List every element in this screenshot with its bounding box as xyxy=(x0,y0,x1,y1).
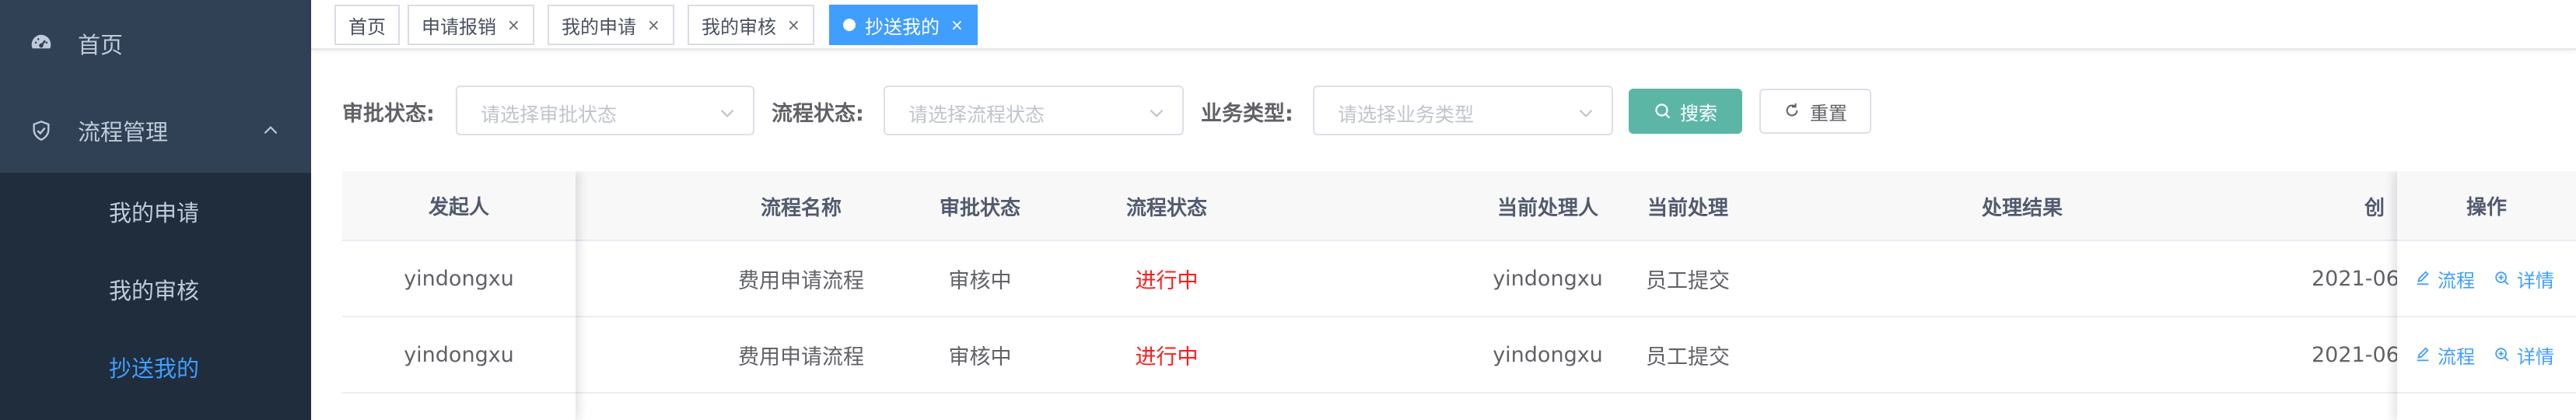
cell-initiator: yindongxu xyxy=(342,317,576,394)
flow-link-label: 流程 xyxy=(2438,345,2475,368)
actions-row: 流程 详情 xyxy=(2397,241,2576,317)
dashboard-icon xyxy=(28,30,54,57)
refresh-icon xyxy=(1783,102,1802,121)
approval-status-select[interactable]: 请选择审批状态 xyxy=(456,86,754,135)
tags-view: 首页 申请报销 × 我的申请 × 我的审核 × 抄送我的 × xyxy=(311,0,2576,50)
flow-table: 流程名称 审批状态 流程状态 当前处理人 当前处理 处理结果 创 费用申请流程 … xyxy=(342,171,2576,420)
zoom-in-icon xyxy=(2494,346,2511,363)
flow-link[interactable]: 流程 xyxy=(2414,317,2475,392)
column-current-step: 当前处理 xyxy=(1647,196,1728,220)
cell-current-step: 员工提交 xyxy=(1646,268,1730,293)
zoom-in-icon xyxy=(2494,270,2511,287)
select-placeholder: 请选择审批状态 xyxy=(481,103,618,126)
sidebar-item-label: 首页 xyxy=(78,32,124,58)
column-approval-status: 审批状态 xyxy=(939,196,1020,220)
sidebar-item-label: 抄送我的 xyxy=(109,355,200,382)
flow-status-label: 流程状态: xyxy=(772,102,864,126)
cell-result xyxy=(1944,241,2100,316)
table-row: 费用申请流程 审核中 进行中 yindongxu 员工提交 2021-06 xyxy=(342,317,2576,394)
cell-initiator: yindongxu xyxy=(342,241,576,317)
fixed-right-column: 操作 流程 详情 流程 详情 xyxy=(2397,171,2576,420)
cell-flow-name: 费用申请流程 xyxy=(738,345,864,369)
tag-cc-to-me[interactable]: 抄送我的 × xyxy=(829,5,978,45)
sidebar-item-label: 流程管理 xyxy=(78,119,169,145)
search-button-label: 搜索 xyxy=(1680,102,1717,124)
cell-approval-status: 审核中 xyxy=(948,268,1012,293)
reset-button[interactable]: 重置 xyxy=(1759,89,1871,134)
close-icon[interactable]: × xyxy=(787,16,800,34)
close-icon[interactable]: × xyxy=(647,16,660,34)
tag-expense-application[interactable]: 申请报销 × xyxy=(408,5,534,45)
close-icon[interactable]: × xyxy=(950,16,964,34)
cell-flow-status: 进行中 xyxy=(1135,345,1199,369)
active-dot-icon xyxy=(843,19,856,31)
cell-current-step: 员工提交 xyxy=(1646,345,1730,369)
tag-label: 申请报销 xyxy=(422,16,496,38)
chevron-down-icon xyxy=(717,103,737,123)
sidebar-item-cc-to-me[interactable]: 抄送我的 xyxy=(0,328,311,406)
chevron-down-icon xyxy=(1146,103,1167,123)
tag-label: 抄送我的 xyxy=(865,16,940,38)
select-placeholder: 请选择业务类型 xyxy=(1338,103,1475,126)
approval-status-label: 审批状态: xyxy=(342,102,435,126)
detail-link-label: 详情 xyxy=(2517,345,2554,368)
chevron-down-icon xyxy=(1576,103,1596,123)
sidebar-item-home[interactable]: 首页 xyxy=(0,14,311,73)
cell-flow-name: 费用申请流程 xyxy=(738,268,864,293)
detail-link-label: 详情 xyxy=(2517,269,2554,292)
reset-button-label: 重置 xyxy=(1810,102,1847,124)
business-type-label: 业务类型: xyxy=(1201,102,1293,126)
search-button[interactable]: 搜索 xyxy=(1629,89,1742,134)
detail-link[interactable]: 详情 xyxy=(2494,317,2554,392)
sidebar-item-label: 我的申请 xyxy=(109,200,200,226)
search-icon xyxy=(1654,102,1672,121)
tag-my-reviews[interactable]: 我的审核 × xyxy=(688,5,814,45)
detail-link[interactable]: 详情 xyxy=(2494,241,2554,316)
column-flow-name: 流程名称 xyxy=(760,196,842,220)
tag-home[interactable]: 首页 xyxy=(334,5,400,45)
column-flow-status: 流程状态 xyxy=(1125,196,1207,220)
table-header: 流程名称 审批状态 流程状态 当前处理人 当前处理 处理结果 创 xyxy=(342,171,2576,241)
flow-status-select[interactable]: 请选择流程状态 xyxy=(884,86,1184,135)
column-actions: 操作 xyxy=(2397,171,2576,241)
tag-label: 我的申请 xyxy=(562,16,636,38)
tag-label: 我的审核 xyxy=(702,16,776,38)
actions-row: 流程 详情 xyxy=(2397,317,2576,394)
chevron-up-icon xyxy=(261,120,284,143)
cell-result xyxy=(1944,317,2100,392)
column-result: 处理结果 xyxy=(1981,196,2063,220)
flow-link[interactable]: 流程 xyxy=(2414,241,2475,316)
tag-label: 首页 xyxy=(348,16,386,38)
fixed-left-column: 发起人 yindongxu yindongxu xyxy=(342,171,576,420)
business-type-select[interactable]: 请选择业务类型 xyxy=(1313,86,1613,135)
cell-flow-status: 进行中 xyxy=(1135,268,1199,293)
select-placeholder: 请选择流程状态 xyxy=(908,103,1045,126)
sidebar-item-my-reviews[interactable]: 我的审核 xyxy=(0,250,311,328)
sidebar: 首页 流程管理 我的申请 我的审核 抄送我的 xyxy=(0,0,311,420)
cell-approval-status: 审核中 xyxy=(948,345,1012,369)
flow-link-label: 流程 xyxy=(2438,269,2475,292)
edit-icon xyxy=(2414,270,2431,287)
submenu-flow-management: 我的申请 我的审核 抄送我的 xyxy=(0,173,311,420)
sidebar-item-label: 我的审核 xyxy=(109,278,200,304)
shield-check-icon xyxy=(28,117,54,144)
edit-icon xyxy=(2414,346,2431,363)
close-icon[interactable]: × xyxy=(507,16,520,34)
sidebar-item-flow-management[interactable]: 流程管理 xyxy=(0,101,311,160)
table-row: 费用申请流程 审核中 进行中 yindongxu 员工提交 2021-06 xyxy=(342,241,2576,317)
tag-my-applications[interactable]: 我的申请 × xyxy=(548,5,674,45)
sidebar-item-my-applications[interactable]: 我的申请 xyxy=(0,173,311,250)
column-initiator: 发起人 xyxy=(342,171,576,241)
